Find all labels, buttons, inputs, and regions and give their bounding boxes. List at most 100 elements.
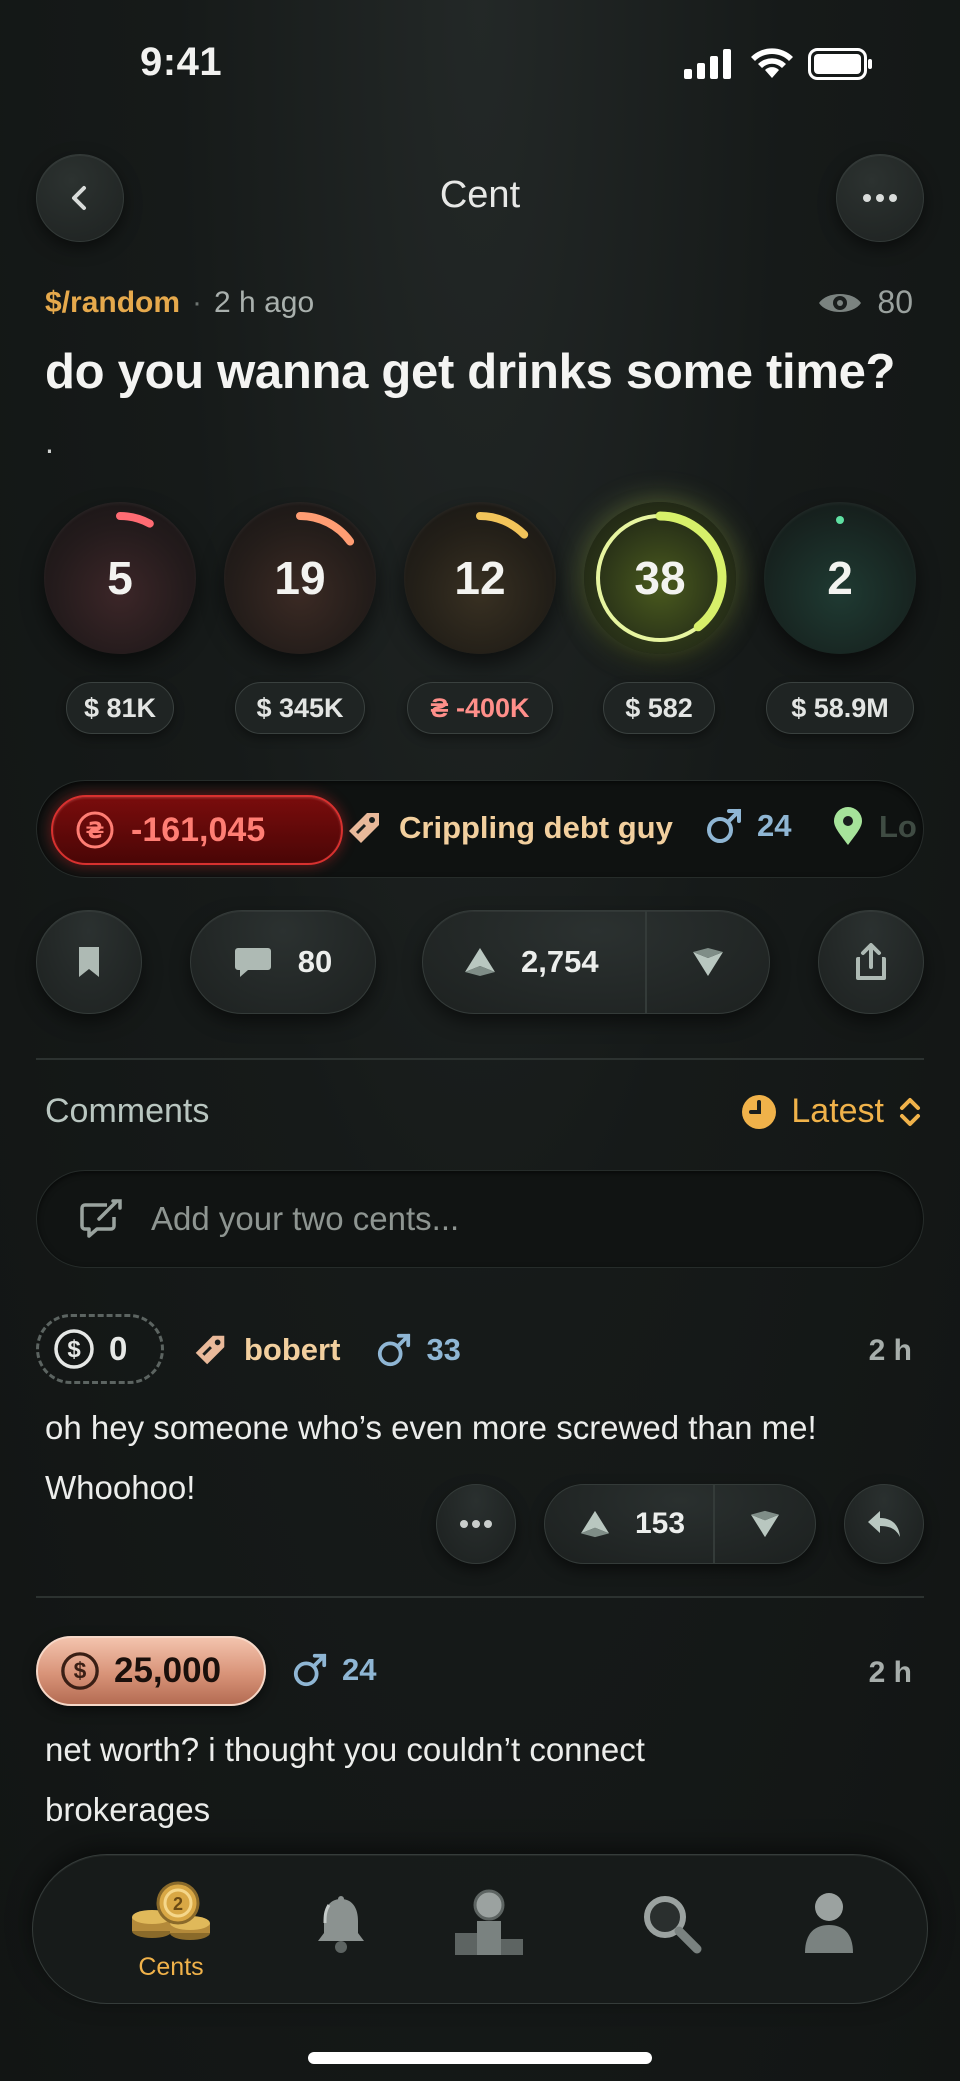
stat-value: 19 [274,552,326,604]
wifi-icon [751,48,793,78]
age-tag: 24 [705,807,791,845]
community-link[interactable]: $/random [45,286,180,320]
tab-search[interactable] [611,1891,731,1955]
title-tag: Crippling debt guy [343,807,673,849]
comment-upvote-button[interactable]: 153 [545,1485,713,1563]
stat-money-3: ₴ -400K [407,682,553,734]
comment-text-line: Whoohoo! [45,1469,196,1506]
downvote-icon [750,1510,780,1538]
podium-icon [455,1889,523,1955]
page-title: Cent [439,174,521,216]
status-time: 9:41 [140,40,223,84]
stat-value: 38 [634,552,686,604]
age-value: 24 [757,808,792,843]
stat-orb-3[interactable]: 12 [404,502,556,654]
comments-button[interactable]: 80 [190,910,376,1014]
dollar-coin-icon: $ [54,1329,94,1369]
comment-placeholder: Add your two cents... [151,1200,460,1237]
reply-button[interactable] [844,1484,924,1564]
comment-text-line: oh hey someone who’s even more screwed t… [45,1409,817,1446]
upvote-button[interactable]: 2,754 [423,911,645,1013]
chevron-up-down-icon [900,1097,920,1126]
comments-heading: Comments [45,1092,210,1130]
downvote-icon [693,948,723,976]
downvote-button[interactable] [647,911,769,1013]
divider [36,1058,924,1060]
post-meta: $/random · 2 h ago [45,286,314,320]
upvote-icon [580,1510,610,1538]
post-title: do you wanna get drinks some time? [45,345,896,399]
bookmark-icon [79,947,99,977]
location-tag: Lo [831,807,917,847]
battery-icon [808,48,872,80]
vote-control: 2,754 [422,910,770,1014]
comment-vote-control: 153 [544,1484,816,1564]
tab-bar: 2 Cents [32,1854,928,2004]
comment-net-worth-badge[interactable]: $ 25,000 [36,1636,266,1706]
comment-time: 2 h [868,1656,912,1689]
stat-value: 5 [107,552,133,604]
upvote-icon [465,948,495,976]
ellipsis-icon [863,194,897,202]
tab-leaderboard[interactable] [429,1887,549,1957]
svg-text:$: $ [74,1658,87,1684]
coins-stack-icon: 2 [132,1881,210,1940]
stat-orb-1[interactable]: 5 [44,502,196,654]
comment-author-meta: bobert 33 [190,1330,461,1370]
stat-money-1: $ 81K [66,682,174,734]
tag-icon [195,1335,225,1365]
signal-icon [684,49,731,79]
comment-author-meta: 24 [292,1652,376,1688]
stat-orb-5[interactable]: 2 [764,502,916,654]
stat-value: 2 [827,552,853,604]
compose-icon [80,1199,122,1238]
divider [36,1596,924,1598]
tab-cents[interactable]: 2 Cents [91,1877,251,1982]
share-button[interactable] [818,910,924,1014]
male-icon [707,809,741,843]
stat-orb-2[interactable]: 19 [224,502,376,654]
stat-money-5: $ 58.9M [766,682,914,734]
comment-time: 2 h [868,1334,912,1367]
share-icon [856,943,886,980]
stat-money-2: $ 345K [235,682,365,734]
chat-bubble-icon [234,948,271,977]
tab-notifications[interactable] [281,1895,401,1955]
male-icon [378,1333,411,1367]
male-icon [293,1653,327,1687]
comment-net-worth: 25,000 [114,1651,222,1690]
bell-icon [318,1896,364,1953]
eye-icon [819,293,862,312]
comment-net-worth-badge[interactable]: $ 0 [36,1314,164,1384]
home-indicator [308,2052,652,2064]
stat-orb-4[interactable]: 38 [584,502,736,654]
title-tag-label: Crippling debt guy [399,810,673,845]
net-worth-value: -161,045 [131,810,266,849]
bookmark-button[interactable] [36,910,142,1014]
location-value: Lo [879,809,917,844]
sort-dropdown[interactable]: Latest [741,1092,922,1131]
svg-text:$: $ [67,1336,81,1363]
comment-username[interactable]: bobert [244,1332,340,1368]
clock-icon [742,1094,777,1129]
dollar-coin-icon: $ [61,1652,99,1690]
comment-more-button[interactable] [436,1484,516,1564]
tab-profile[interactable] [769,1887,889,1957]
comment-downvote-button[interactable] [715,1485,815,1563]
comments-count: 80 [297,944,333,979]
reply-arrow-icon [868,1511,900,1537]
comment-age: 24 [342,1652,377,1687]
sort-label: Latest [791,1092,884,1130]
vote-score: 2,754 [521,944,599,979]
meta-separator: · [192,286,203,319]
tab-cents-label: Cents [138,1953,204,1981]
net-worth-badge[interactable]: ₴ -161,045 [51,795,343,865]
search-icon [644,1896,702,1954]
svg-text:2: 2 [173,1894,183,1914]
view-count: 80 [817,284,913,321]
comment-input[interactable]: Add your two cents... [36,1170,924,1268]
more-options-button[interactable] [836,154,924,242]
comment-age: 33 [426,1332,461,1367]
user-tag-strip[interactable]: ₴ -161,045 Crippling debt guy 24 Lo [36,780,924,878]
comment-text-line: net worth? i thought you couldn’t connec… [45,1731,645,1768]
